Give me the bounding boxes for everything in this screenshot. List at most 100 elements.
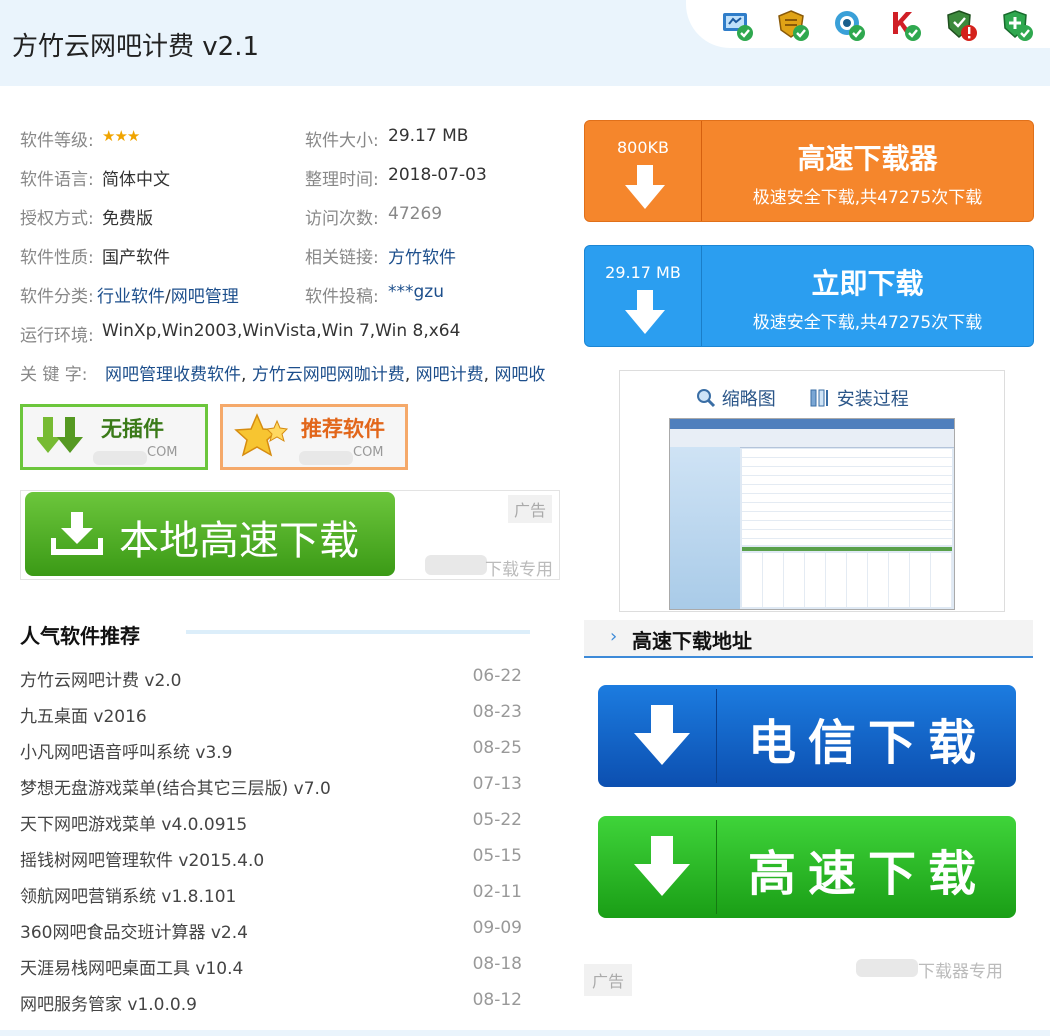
visits-value: 47269 [388, 204, 443, 224]
popular-item-name: 梦想无盘游戏菜单(结合其它三层版) v7.0 [20, 779, 331, 799]
keywords-list: 网吧管理收费软件, 方竹云网吧网咖计费, 网吧计费, 网吧收 [105, 365, 546, 384]
screenshot-sidebar [670, 447, 740, 609]
popular-item-name: 天下网吧游戏菜单 v4.0.0915 [20, 815, 248, 835]
tools-icon [810, 389, 828, 407]
popular-item-name: 小凡网吧语音呼叫系统 v3.9 [20, 743, 233, 763]
ad-footer-text: 下载器专用 [918, 962, 1003, 982]
popular-item[interactable]: 方竹云网吧计费 v2.0 06-22 [20, 666, 526, 702]
popular-item-date: 07-13 [472, 774, 522, 794]
double-down-arrow-icon [37, 417, 83, 453]
page-title: 方竹云网吧计费 v2.1 [12, 32, 260, 62]
computer-check-icon [723, 13, 753, 41]
screenshot-divider [742, 547, 952, 551]
downloader-subtitle: 极速安全下载,共47275次下载 [752, 188, 983, 208]
k-antivirus-icon [893, 12, 921, 41]
related-link-label: 相关链接: [305, 248, 379, 268]
recommended-software-badge[interactable]: 推荐软件 COM [220, 404, 408, 470]
green-plus-shield-icon [1003, 10, 1033, 41]
popular-item[interactable]: 梦想无盘游戏菜单(结合其它三层版) v7.0 07-13 [20, 774, 526, 810]
category-label: 软件分类: [20, 287, 94, 307]
ad-tag: 广告 [584, 964, 633, 996]
no-plugin-label: 无插件 [101, 417, 164, 441]
popular-item-date: 08-18 [472, 954, 522, 974]
security-badges-bar [686, 0, 1050, 48]
popular-item[interactable]: 九五桌面 v2016 08-23 [20, 702, 526, 738]
popular-item[interactable]: 摇钱树网吧管理软件 v2015.4.0 05-15 [20, 846, 526, 882]
page-header: 方竹云网吧计费 v2.1 [0, 0, 1050, 86]
popular-item[interactable]: 360网吧食品交班计算器 v2.4 09-09 [20, 918, 526, 954]
popular-item[interactable]: 天涯易栈网吧桌面工具 v10.4 08-18 [20, 954, 526, 990]
visits-label: 访问次数: [305, 209, 379, 229]
software-size-label: 软件大小: [305, 131, 379, 151]
downloader-text-panel: 高速下载器 极速安全下载,共47275次下载 [702, 121, 1033, 221]
popular-item-name: 方竹云网吧计费 v2.0 [20, 671, 182, 691]
local-download-label: 本地高速下载 [119, 518, 359, 564]
popular-item-date: 08-25 [472, 738, 522, 758]
domain-suffix: COM [147, 445, 178, 460]
popular-item[interactable]: 小凡网吧语音呼叫系统 v3.9 08-25 [20, 738, 526, 774]
blurred-domain [93, 451, 147, 465]
popular-item-date: 05-22 [472, 810, 522, 830]
submitter-link[interactable]: ***gzu [388, 282, 444, 302]
downloader-title: 高速下载器 [797, 142, 938, 175]
category-links: 行业软件/网吧管理 [97, 282, 239, 307]
popular-item-name: 摇钱树网吧管理软件 v2015.4.0 [20, 851, 265, 871]
popular-item[interactable]: 网吧服务管家 v1.0.0.9 08-12 [20, 990, 526, 1026]
update-date-label: 整理时间: [305, 170, 379, 190]
keyword-link[interactable]: 网吧收 [494, 365, 545, 384]
update-date-value: 2018-07-03 [388, 165, 487, 185]
popular-item[interactable]: 天下网吧游戏菜单 v4.0.0915 05-22 [20, 810, 526, 846]
high-speed-address-title: 高速下载地址 [632, 629, 752, 653]
high-speed-downloader-button[interactable]: 800KB 高速下载器 极速安全下载,共47275次下载 [584, 120, 1034, 222]
popular-item-date: 02-11 [472, 882, 522, 902]
tab-thumbnail[interactable]: 缩略图 [696, 385, 776, 411]
category-link-netcafe[interactable]: 网吧管理 [171, 287, 239, 307]
bottom-bar [0, 1030, 1050, 1036]
local-download-ad[interactable]: 本地高速下载 广告 下载专用 [20, 490, 560, 580]
popular-item-name: 九五桌面 v2016 [20, 707, 147, 727]
direct-download-button[interactable]: 29.17 MB 立即下载 极速安全下载,共47275次下载 [584, 245, 1034, 347]
category-link-industry[interactable]: 行业软件 [97, 287, 165, 307]
popular-item-name: 360网吧食品交班计算器 v2.4 [20, 923, 248, 943]
software-nature-label: 软件性质: [20, 248, 94, 268]
license-value: 免费版 [102, 209, 153, 229]
screenshot-toolbar [670, 429, 954, 448]
software-language-value: 简体中文 [102, 170, 170, 190]
local-high-speed-download-button[interactable]: 本地高速下载 [25, 492, 395, 576]
warning-shield-icon [947, 10, 977, 41]
chevron-right-icon: › [610, 626, 618, 647]
divider [716, 689, 717, 783]
popular-item-date: 06-22 [472, 666, 522, 686]
keyword-link[interactable]: 网吧管理收费软件 [105, 365, 241, 384]
screenshot-table [742, 449, 952, 545]
telecom-download-button[interactable]: 电信下载 [598, 685, 1016, 787]
keyword-link[interactable]: 网吧计费 [416, 365, 484, 384]
direct-text-panel: 立即下载 极速安全下载,共47275次下载 [702, 246, 1033, 346]
screenshot-grid [742, 553, 952, 607]
tab-thumbnail-label: 缩略图 [721, 389, 776, 410]
popular-item-name: 网吧服务管家 v1.0.0.9 [20, 995, 197, 1015]
no-plugin-badge[interactable]: 无插件 COM [20, 404, 208, 470]
popular-item-name: 领航网吧营销系统 v1.8.101 [20, 887, 237, 907]
run-environment-label: 运行环境: [20, 326, 94, 346]
tab-install-process[interactable]: 安装过程 [809, 385, 909, 411]
downloader-size-panel: 800KB [585, 121, 701, 221]
direct-size: 29.17 MB [605, 263, 681, 282]
downloader-size: 800KB [616, 138, 669, 157]
direct-title: 立即下载 [811, 267, 924, 300]
popular-item-name: 天涯易栈网吧桌面工具 v10.4 [20, 959, 244, 979]
software-size-value: 29.17 MB [388, 126, 469, 146]
popular-software-title: 人气软件推荐 [20, 624, 140, 648]
related-link[interactable]: 方竹软件 [388, 243, 456, 268]
telecom-download-label: 电信下载 [748, 715, 989, 771]
eye-scan-icon [835, 11, 865, 41]
keyword-link[interactable]: 方竹云网吧网咖计费 [252, 365, 405, 384]
download-arrow-icon [634, 705, 690, 765]
fast-download-button[interactable]: 高速下载 [598, 816, 1016, 918]
ad-footer-text: 下载专用 [485, 560, 553, 580]
software-screenshot[interactable] [669, 418, 955, 610]
popular-item-date: 05-15 [472, 846, 522, 866]
popular-item[interactable]: 领航网吧营销系统 v1.8.101 02-11 [20, 882, 526, 918]
divider [186, 630, 530, 634]
direct-subtitle: 极速安全下载,共47275次下载 [752, 313, 983, 333]
